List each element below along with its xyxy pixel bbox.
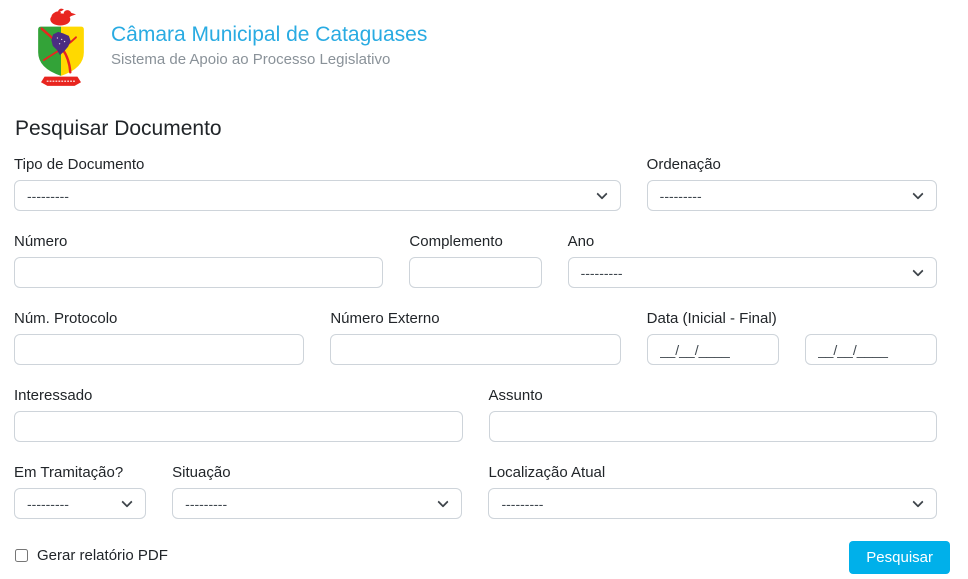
assunto-label: Assunto (489, 387, 938, 404)
ordenacao-label: Ordenação (647, 156, 937, 173)
app-header: Câmara Municipal de Cataguases Sistema d… (0, 0, 968, 88)
num-protocolo-label: Núm. Protocolo (14, 310, 304, 327)
form-row-4: Interessado Assunto (1, 387, 950, 442)
ano-label: Ano (568, 233, 937, 250)
app-subtitle: Sistema de Apoio ao Processo Legislativo (111, 50, 427, 70)
gerar-relatorio-pdf-option[interactable]: Gerar relatório PDF (1, 541, 168, 564)
search-form-container: Pesquisar Documento Tipo de Documento --… (0, 117, 950, 574)
data-inicial-final-label: Data (Inicial - Final) (647, 310, 937, 327)
data-final-input[interactable] (805, 334, 937, 365)
ordenacao-select[interactable]: --------- (647, 180, 937, 211)
interessado-label: Interessado (14, 387, 463, 404)
gerar-relatorio-pdf-checkbox[interactable] (15, 549, 28, 562)
ano-select[interactable]: --------- (568, 257, 937, 288)
form-row-1: Tipo de Documento --------- Ordenação --… (1, 156, 950, 211)
tipo-documento-select[interactable]: --------- (14, 180, 621, 211)
form-row-5: Em Tramitação? --------- Situação ------… (1, 464, 950, 519)
form-row-3: Núm. Protocolo Número Externo Data (Inic… (1, 310, 950, 365)
cataguases-coat-of-arms-icon (25, 8, 97, 88)
numero-label: Número (14, 233, 383, 250)
situacao-label: Situação (172, 464, 462, 481)
interessado-input[interactable] (14, 411, 463, 442)
gerar-relatorio-pdf-label: Gerar relatório PDF (37, 547, 168, 564)
numero-input[interactable] (14, 257, 383, 288)
data-inicial-input[interactable] (647, 334, 779, 365)
header-text: Câmara Municipal de Cataguases Sistema d… (111, 8, 427, 71)
form-actions-row: Gerar relatório PDF Pesquisar (1, 541, 950, 574)
complemento-label: Complemento (409, 233, 541, 250)
form-row-2: Número Complemento Ano --------- (1, 233, 950, 288)
tipo-documento-label: Tipo de Documento (14, 156, 621, 173)
page-title: Pesquisar Documento (15, 117, 950, 141)
numero-externo-input[interactable] (330, 334, 620, 365)
em-tramitacao-label: Em Tramitação? (14, 464, 146, 481)
pesquisar-documento-form: Tipo de Documento --------- Ordenação --… (1, 156, 950, 574)
pesquisar-button[interactable]: Pesquisar (849, 541, 950, 574)
assunto-input[interactable] (489, 411, 938, 442)
numero-externo-label: Número Externo (330, 310, 620, 327)
situacao-select[interactable]: --------- (172, 488, 462, 519)
localizacao-atual-label: Localização Atual (488, 464, 937, 481)
num-protocolo-input[interactable] (14, 334, 304, 365)
app-title: Câmara Municipal de Cataguases (111, 22, 427, 48)
em-tramitacao-select[interactable]: --------- (14, 488, 146, 519)
localizacao-atual-select[interactable]: --------- (488, 488, 937, 519)
complemento-input[interactable] (409, 257, 541, 288)
